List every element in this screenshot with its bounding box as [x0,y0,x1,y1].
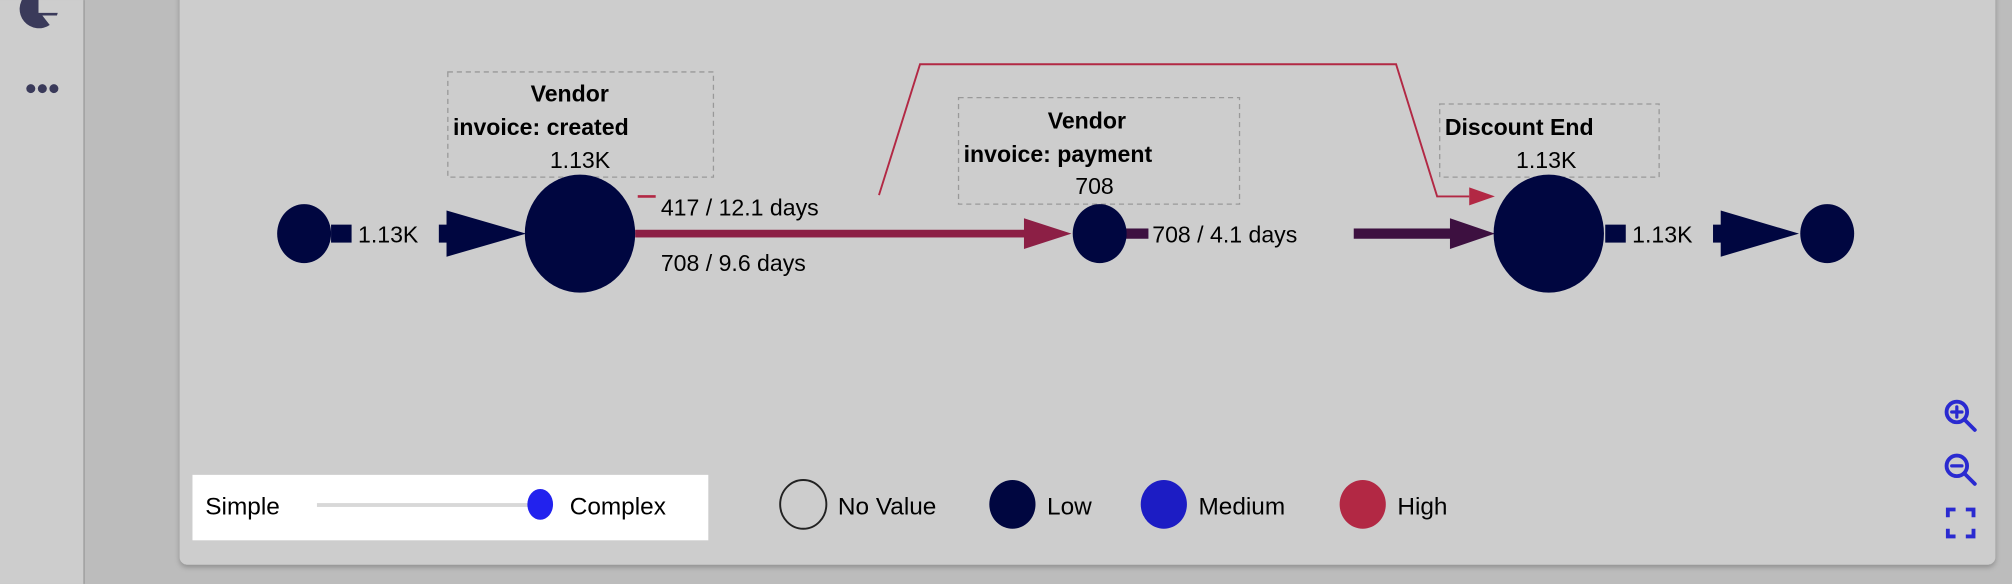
slider-max-label: Complex [570,494,666,521]
more-icon[interactable] [26,84,59,94]
node-title: Vendor [1048,107,1126,133]
end-node[interactable] [1800,204,1855,264]
node-count: 708 [1075,173,1114,199]
edge-label: 1.13K [1632,222,1693,248]
slider-min-label: Simple [205,494,280,521]
node-vendor-invoice-payment[interactable] [1072,204,1127,264]
legend-label: No Value [838,494,936,521]
node-title: Discount End [1445,114,1594,140]
node-title: invoice: created [453,114,629,140]
legend-label: Medium [1198,494,1285,521]
legend-label: High [1397,494,1447,521]
slider-thumb[interactable] [527,488,554,520]
edge-label: 708 / 9.6 days [661,250,806,276]
legend-swatch-high [1339,479,1386,529]
legend-label: Low [1047,494,1092,521]
node-vendor-invoice-created[interactable] [524,174,636,293]
start-node[interactable] [277,204,332,264]
legend-swatch-medium [1140,479,1187,529]
node-discount-end[interactable] [1493,174,1604,293]
legend-swatch-low [989,479,1036,529]
process-map-view: Vendor invoice: created 1.13K Vendor inv… [0,0,1996,584]
edge-label: 708 / 4.1 days [1152,222,1297,248]
node-count: 1.13K [1516,147,1577,173]
node-count: 1.13K [550,147,611,173]
edge-label: 1.13K [358,222,419,248]
edge-label: 417 / 12.1 days [661,195,819,221]
slider-track[interactable] [316,503,546,507]
node-title: invoice: payment [964,141,1153,167]
node-title: Vendor [531,80,609,106]
